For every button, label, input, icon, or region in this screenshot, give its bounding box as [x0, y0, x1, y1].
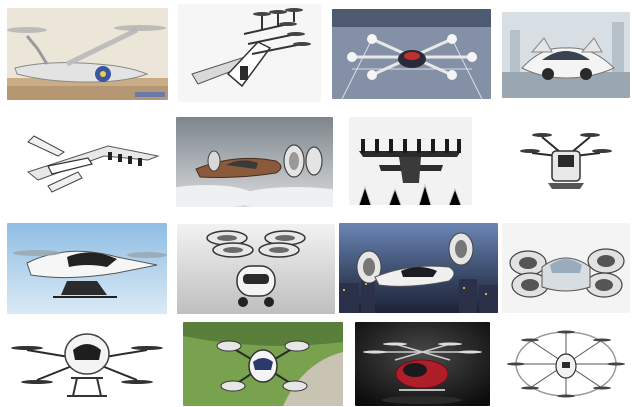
flying-car-concept-image [502, 12, 630, 98]
collage-tile-white-octocopter[interactable] [7, 320, 168, 406]
bronze-ducted-fan-aircraft-image [176, 117, 333, 207]
white-passenger-drone-image [7, 223, 167, 314]
quadcopter-green-field-image [183, 322, 343, 406]
ducted-fan-flying-car-image [339, 223, 498, 313]
aircraft-image-collage [0, 0, 632, 407]
collage-tile-flying-car-city[interactable] [502, 12, 630, 98]
multicopter-winged-aircraft-image [178, 4, 321, 102]
collage-tile-multirotor-landing-pad[interactable] [332, 9, 491, 99]
collage-tile-quad-ducted-fan-car[interactable] [502, 223, 630, 313]
collage-tile-compact-multirotor[interactable] [502, 117, 630, 205]
quad-ducted-fan-car-image [502, 223, 630, 313]
tilt-rotor-aircraft-image [7, 8, 168, 100]
tilt-wing-aircraft-image [8, 116, 168, 204]
collage-tile-bronze-ducted-fan[interactable] [176, 117, 333, 207]
collage-tile-ducted-fan-city[interactable] [339, 223, 498, 313]
compact-multirotor-image [502, 117, 630, 205]
collage-tile-dark-distributed-propulsion[interactable] [349, 117, 472, 205]
multirotor-ring-vehicle-image [502, 322, 630, 406]
collage-tile-quad-ducted-fan-pod[interactable] [177, 224, 335, 314]
collage-tile-quadcopter-green-field[interactable] [183, 322, 343, 406]
collage-tile-multicopter-winged[interactable] [178, 4, 321, 102]
red-multicopter-image [355, 322, 490, 406]
collage-tile-red-multicopter[interactable] [355, 322, 490, 406]
collage-tile-multirotor-ring[interactable] [502, 322, 630, 406]
dark-distributed-propulsion-image [349, 117, 472, 205]
multirotor-landing-pad-image [332, 9, 491, 99]
quad-ducted-fan-pod-image [177, 224, 335, 314]
collage-tile-white-passenger-drone[interactable] [7, 223, 167, 314]
collage-tile-tilt-rotor-desert[interactable] [7, 8, 168, 100]
white-octocopter-image [7, 320, 168, 406]
collage-tile-tilt-wing-white[interactable] [8, 116, 168, 204]
